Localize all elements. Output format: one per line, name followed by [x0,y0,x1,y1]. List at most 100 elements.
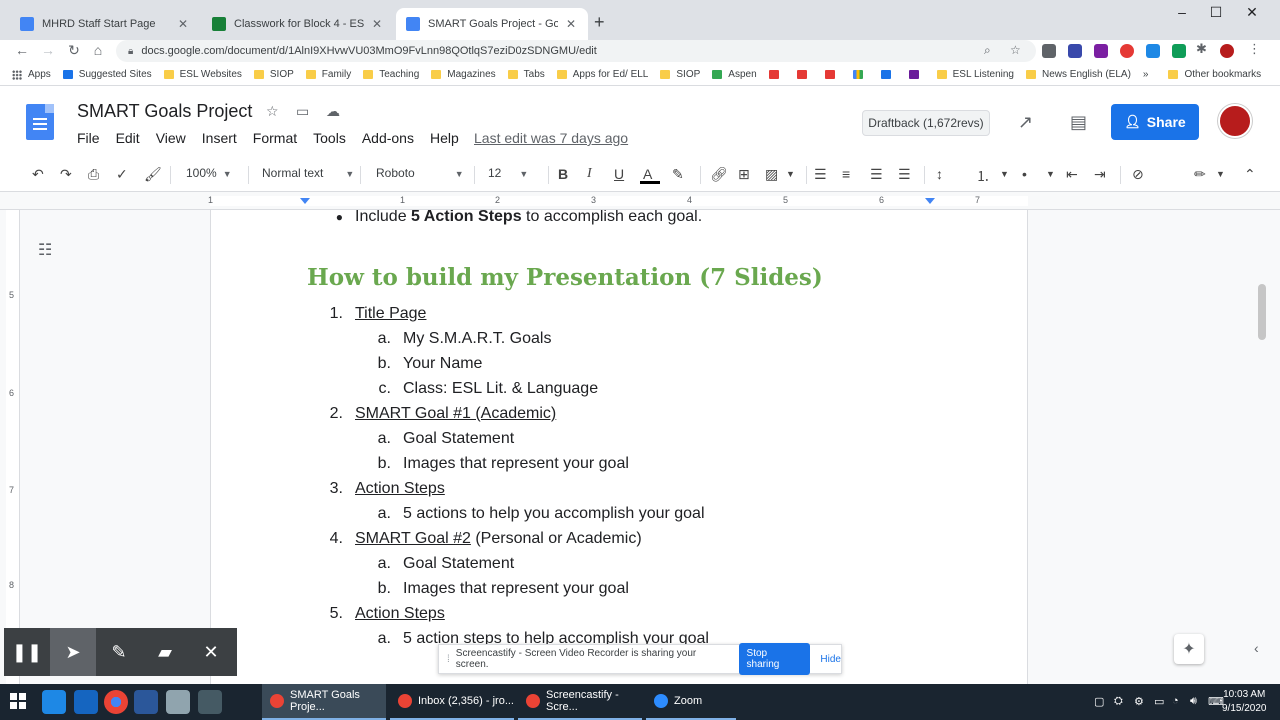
bookmark-item[interactable]: Apps [12,69,51,80]
numbered-list-icon[interactable]: ⒈ [976,166,990,186]
justify-icon[interactable]: ☰ [898,166,911,183]
extension-record-icon[interactable] [1120,44,1134,58]
menu-insert[interactable]: Insert [202,130,237,146]
bookmark-item[interactable]: ESL Listening [936,69,1014,80]
bookmark-item[interactable]: SIOP [660,69,700,80]
hide-menus-chevron-icon[interactable]: ⌃ [1244,166,1256,183]
share-button[interactable]: 👤︎ Share [1111,104,1199,140]
file-explorer-pin-icon[interactable] [42,690,66,714]
chrome-pin-icon[interactable] [104,690,128,714]
increase-indent-icon[interactable]: ⇥ [1094,166,1106,183]
bookmark-item[interactable]: Family [305,69,351,80]
move-folder-icon[interactable]: ▭ [296,103,309,120]
other-bookmarks[interactable]: Other bookmarks [1168,69,1261,80]
redo-icon[interactable]: ↷ [60,166,72,183]
print-icon[interactable]: ⎙ [88,166,99,183]
star-icon[interactable]: ☆ [266,103,279,120]
taskbar-item[interactable]: Screencastify - Scre... [518,684,642,720]
cloud-saved-icon[interactable]: ☁ [326,103,340,120]
text-color-icon[interactable]: A [643,166,652,182]
drag-handle-icon[interactable]: ⁞ [447,654,450,665]
explore-icon[interactable]: ✦ [1174,634,1204,664]
back-icon[interactable]: ← [12,42,32,58]
profile-avatar-icon[interactable] [1220,44,1234,58]
activity-trend-icon[interactable]: ↗ [1018,112,1033,133]
minimize-window-icon[interactable]: – [1164,4,1200,20]
taskbar-item[interactable]: Inbox (2,356) - jro... [390,684,514,720]
menu-edit[interactable]: Edit [116,130,140,146]
taskbar-item[interactable]: Zoom [646,684,736,720]
maximize-window-icon[interactable]: ☐ [1198,4,1234,21]
bookmark-item[interactable] [908,70,925,79]
menu-view[interactable]: View [156,130,186,146]
close-window-icon[interactable]: ✕ [1234,4,1270,21]
bookmark-item[interactable] [824,70,841,79]
close-tab-icon[interactable]: ✕ [370,17,384,31]
zoom-select[interactable]: 100% ▼ [186,166,232,180]
hide-button[interactable]: Hide [820,654,841,665]
comments-icon[interactable]: ▤ [1070,112,1087,133]
tray-icon[interactable]: ⚙ [1134,695,1144,708]
volume-icon[interactable]: 🔊︎ [1190,695,1197,708]
spellcheck-icon[interactable]: ✓ [116,166,128,183]
menu-help[interactable]: Help [430,130,459,146]
windows-start-icon[interactable] [10,693,26,709]
extension-green-icon[interactable] [1172,44,1186,58]
line-spacing-icon[interactable]: ↕ [936,166,943,182]
close-icon[interactable]: ✕ [188,628,234,676]
paint-format-icon[interactable]: 🖌︎ [144,166,162,183]
bookmark-item[interactable]: Apps for Ed/ ELL [556,69,648,80]
browser-tab[interactable]: SMART Goals Project - Google D ✕ [396,8,588,40]
browser-tab[interactable]: Classwork for Block 4 - ESL Litera ✕ [202,8,394,40]
extension-d-icon[interactable] [1042,44,1056,58]
vertical-scrollbar[interactable] [1258,284,1266,340]
forward-icon[interactable]: → [38,42,58,58]
insert-image-icon[interactable]: ▨ [765,166,778,183]
draftback-button[interactable]: Draftback (1,672revs) [862,110,990,136]
document-title[interactable]: SMART Goals Project [77,101,252,122]
bookmark-item[interactable]: News English (ELA) [1025,69,1131,80]
cursor-icon[interactable]: ➤ [50,628,96,676]
editing-mode-dropdown-icon[interactable]: ▼ [1216,169,1225,179]
document-outline-icon[interactable]: ☷ [38,240,52,260]
menu-add-ons[interactable]: Add-ons [362,130,414,146]
google-docs-logo-icon[interactable] [26,104,54,140]
numbered-list-dropdown-icon[interactable]: ▼ [1000,169,1009,179]
document-page[interactable]: ● Include 5 Action Steps to accomplish e… [210,210,1028,684]
address-bar[interactable]: 🔒︎ docs.google.com/document/d/1AlnI9XHvw… [116,40,1036,62]
bookmark-star-icon[interactable]: ☆ [1010,43,1021,57]
decrease-indent-icon[interactable]: ⇤ [1066,166,1078,183]
bookmark-item[interactable]: Tabs [507,69,545,80]
zoom-lens-icon[interactable]: ⌕ [984,43,991,58]
battery-icon[interactable]: ▭ [1154,695,1164,708]
reload-icon[interactable]: ↻ [64,42,84,59]
account-avatar[interactable] [1218,104,1252,138]
menu-format[interactable]: Format [253,130,297,146]
bookmark-item[interactable]: Teaching [363,69,419,80]
align-center-icon[interactable]: ≡ [842,166,850,182]
font-size-select[interactable]: 12 ▼ [488,166,528,180]
clear-formatting-icon[interactable]: ⊘ [1132,166,1144,183]
extensions-puzzle-icon[interactable]: ✱ [1196,41,1210,56]
bookmark-item[interactable] [880,70,897,79]
bookmark-item[interactable]: Aspen [712,69,757,80]
menu-tools[interactable]: Tools [313,130,346,146]
bookmark-item[interactable]: Suggested Sites [62,69,152,80]
word-pin-icon[interactable] [134,690,158,714]
bookmark-item[interactable] [796,70,813,79]
extension-c-icon[interactable] [1068,44,1082,58]
editing-mode-pencil-icon[interactable]: ✏ [1194,166,1206,183]
highlight-icon[interactable]: ✎ [672,166,684,183]
wifi-icon[interactable]: ◔ [1172,695,1179,707]
bookmark-item[interactable]: Magazines [431,69,496,80]
bookmark-item[interactable]: ESL Websites [163,69,242,80]
insert-link-icon[interactable]: 🔗︎ [710,166,728,183]
bulleted-list-dropdown-icon[interactable]: ▼ [1046,169,1055,179]
pause-icon[interactable]: ❚❚ [4,628,50,676]
taskbar-item[interactable]: SMART Goals Proje... [262,684,386,720]
tray-zoom-icon[interactable]: ▢ [1094,695,1104,708]
pinned-app-icon[interactable] [74,690,98,714]
pinned-app-icon[interactable] [166,690,190,714]
pen-icon[interactable]: ✎ [96,628,142,676]
bold-icon[interactable]: B [558,166,568,182]
